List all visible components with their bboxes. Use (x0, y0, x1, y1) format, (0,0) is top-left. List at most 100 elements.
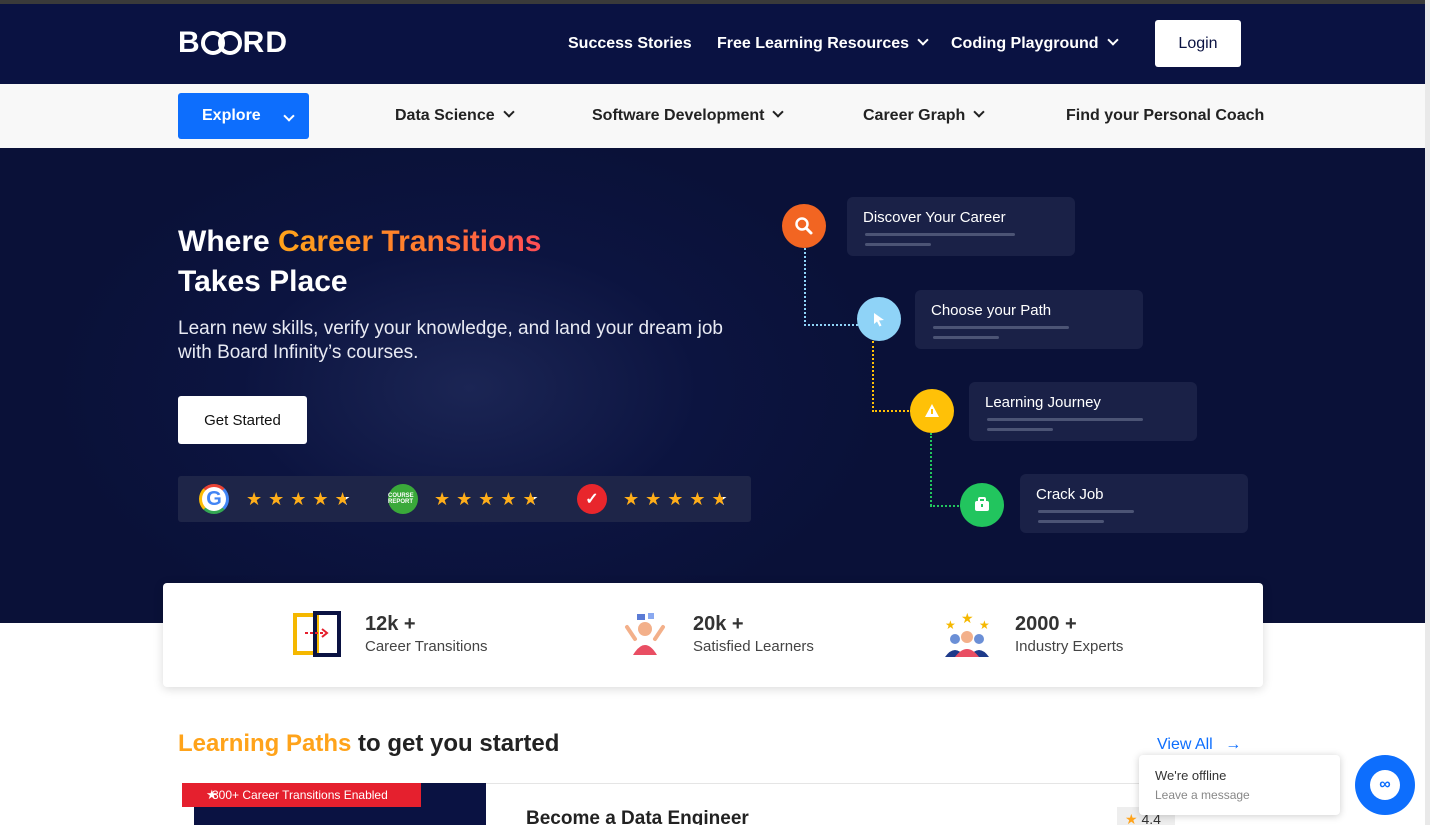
hero-section: Where Career Transitions Takes Place Lea… (0, 148, 1425, 623)
view-all-link[interactable]: View All → (1157, 736, 1241, 754)
chevron-down-icon (973, 106, 985, 118)
stats-card: 12k + Career Transitions 20k + Satisfied… (163, 583, 1263, 687)
career-step-label: Learning Journey (985, 394, 1101, 411)
nav-free-learning-label: Free Learning Resources (717, 35, 910, 52)
placeholder-line (865, 233, 1015, 236)
chevron-down-icon (1106, 34, 1119, 46)
happy-learner-icon (625, 613, 665, 655)
career-step-label: Discover Your Career (863, 209, 1006, 226)
chat-status: We're offline (1155, 768, 1227, 783)
chat-prompt: Leave a message (1155, 788, 1250, 802)
career-step-card: Choose your Path (915, 290, 1143, 349)
course-report-icon: COURSE REPORT (388, 484, 418, 514)
stat-caption: Industry Experts (1015, 638, 1124, 655)
subnav-career-graph-label: Career Graph (863, 107, 966, 124)
chevron-down-icon (917, 34, 929, 46)
arrow-right-icon: → (1225, 736, 1242, 753)
path-connector (872, 410, 912, 412)
top-navbar: B RD Success Stories Free Learning Resour… (0, 4, 1425, 84)
chat-offline-bubble[interactable]: We're offline Leave a message (1139, 755, 1340, 815)
rating-stars-google: ★★★★★ (246, 489, 357, 509)
stat-career-transitions: 12k + Career Transitions (293, 583, 533, 687)
subnav-software-development[interactable]: Software Development (592, 106, 785, 125)
get-started-button[interactable]: Get Started (178, 396, 307, 444)
path-connector (930, 433, 932, 506)
course-ribbon: ★ 300+ Career Transitions Enabled (182, 783, 421, 807)
placeholder-line (933, 326, 1069, 329)
placeholder-line (1038, 520, 1104, 523)
explore-label: Explore (202, 107, 261, 124)
switchup-icon: ✓ (577, 484, 607, 514)
subnav-personal-coach[interactable]: Find your Personal Coach (1066, 107, 1264, 125)
svg-text:★: ★ (961, 611, 974, 626)
nav-success-stories-label: Success Stories (568, 35, 692, 52)
subnav-personal-coach-label: Find your Personal Coach (1066, 107, 1265, 124)
chevron-down-icon (772, 106, 785, 118)
experts-group-icon: ★ ★ ★ (945, 611, 990, 657)
stat-satisfied-learners: 20k + Satisfied Learners (621, 583, 861, 687)
path-connector (804, 324, 858, 326)
career-step-label: Crack Job (1036, 486, 1104, 503)
board-infinity-logo[interactable]: B RD (178, 26, 288, 60)
rating-stars-course-report: ★★★★★ (434, 489, 545, 509)
nav-coding-playground[interactable]: Coding Playground (951, 34, 1119, 53)
learning-paths-heading-accent: Learning Paths (178, 730, 352, 757)
stat-number: 20k + (693, 613, 744, 635)
hero-title-start: Where (178, 225, 279, 258)
nav-success-stories[interactable]: Success Stories (568, 35, 692, 53)
flag-icon (910, 389, 954, 433)
ratings-strip: G ★★★★★ COURSE REPORT ★★★★★ ✓ ★★★★★ (178, 476, 751, 522)
logo-text-right: RD (242, 26, 289, 59)
placeholder-line (987, 418, 1143, 421)
hero-subtitle: Learn new skills, verify your knowledge,… (178, 318, 723, 363)
placeholder-line (933, 336, 999, 339)
path-connector (930, 505, 962, 507)
course-ribbon-label: 300+ Career Transitions Enabled (212, 788, 388, 802)
transition-door-icon (293, 611, 341, 657)
get-started-label: Get Started (204, 411, 281, 429)
hero-title-end: Takes Place (178, 265, 348, 298)
svg-text:★: ★ (979, 618, 990, 632)
chevron-down-icon (283, 110, 295, 122)
placeholder-line (1038, 510, 1134, 513)
placeholder-line (987, 428, 1053, 431)
chevron-down-icon (502, 106, 515, 118)
chat-launcher-button[interactable]: ∞ (1355, 755, 1415, 815)
hero-title-accent: Career Transitions (278, 225, 542, 258)
placeholder-line (865, 243, 931, 246)
star-icon: ★ (1125, 811, 1138, 825)
course-title[interactable]: Become a Data Engineer (526, 808, 749, 825)
career-step-card: Crack Job (1020, 474, 1248, 533)
stat-caption: Career Transitions (365, 638, 488, 655)
infinity-chat-icon: ∞ (1370, 770, 1400, 800)
stat-number: 2000 + (1015, 613, 1077, 635)
subnav-data-science[interactable]: Data Science (395, 106, 515, 125)
stat-industry-experts: ★ ★ ★ 2000 + Industry Experts (943, 583, 1203, 687)
hero-title: Where Career Transitions Takes Place (178, 222, 541, 302)
logo-text-left: B (178, 26, 201, 59)
briefcase-icon (960, 483, 1004, 527)
path-connector (804, 248, 806, 326)
course-report-label: COURSE REPORT (388, 493, 414, 505)
google-icon: G (199, 484, 229, 514)
stat-caption: Satisfied Learners (693, 638, 814, 655)
login-label: Login (1178, 34, 1218, 52)
subnav-data-science-label: Data Science (395, 107, 495, 124)
path-connector (872, 341, 874, 412)
subnav-software-development-label: Software Development (592, 107, 765, 124)
learning-paths-heading-rest: to get you started (351, 730, 560, 757)
nav-free-learning-resources[interactable]: Free Learning Resources (717, 34, 929, 53)
career-step-card: Discover Your Career (847, 197, 1075, 256)
nav-coding-playground-label: Coding Playground (951, 35, 1099, 52)
subnav-career-graph[interactable]: Career Graph (863, 106, 985, 125)
login-button[interactable]: Login (1155, 20, 1241, 67)
search-icon (782, 204, 826, 248)
view-all-label: View All (1157, 736, 1213, 753)
stat-number: 12k + (365, 613, 416, 635)
page-scrollbar[interactable] (1425, 0, 1430, 825)
career-step-label: Choose your Path (931, 302, 1052, 319)
explore-button[interactable]: Explore (178, 93, 309, 139)
rating-stars-switchup: ★★★★★ (623, 489, 734, 509)
category-navbar: Explore Data Science Software Developmen… (0, 84, 1425, 148)
logo-infinity-mark (200, 31, 243, 55)
